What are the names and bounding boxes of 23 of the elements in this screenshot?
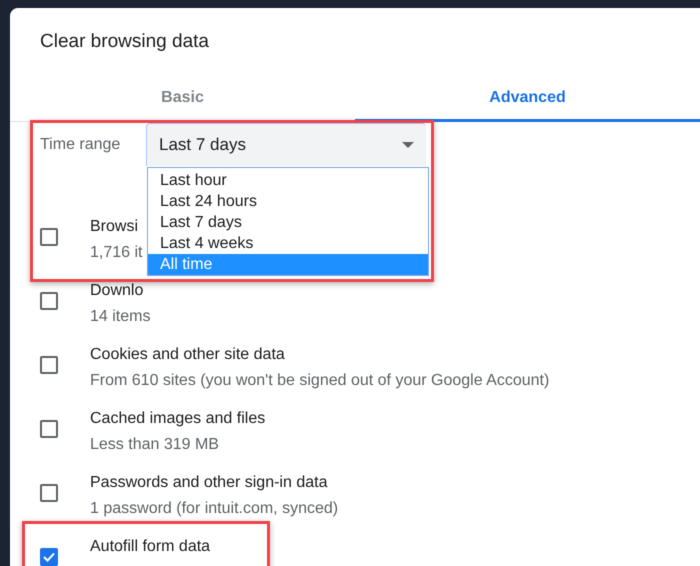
checkbox[interactable] [40,548,58,566]
item-title: Cached images and files [90,409,266,429]
item-title: Passwords and other sign-in data [90,473,328,493]
item-title: Cookies and other site data [90,345,286,365]
item-detail: 1 password (for intuit.com, synced) [90,499,338,519]
checkbox[interactable] [40,484,58,502]
checkbox[interactable] [40,292,58,310]
checkmark-icon [43,552,55,562]
item-detail: From 610 sites (you won't be signed out of your Google Account) [90,371,550,391]
item-detail: 14 items [90,307,150,327]
checkbox[interactable] [40,356,58,374]
checkbox[interactable] [40,228,58,246]
item-title: Downlo [90,281,144,301]
time-range-label: Time range [40,136,122,154]
item-title: Autofill form data [90,537,210,557]
dialog-title: Clear browsing data [39,30,210,54]
caret-icon [402,142,414,148]
checkbox[interactable] [40,420,58,438]
time-range-select[interactable]: Last 7 days [146,123,426,166]
tab[interactable]: Basic [10,74,355,122]
item-detail: Less than 319 MB [90,435,220,455]
item-title: Browsi [90,217,140,237]
item-detail: 1,716 it [90,243,142,263]
